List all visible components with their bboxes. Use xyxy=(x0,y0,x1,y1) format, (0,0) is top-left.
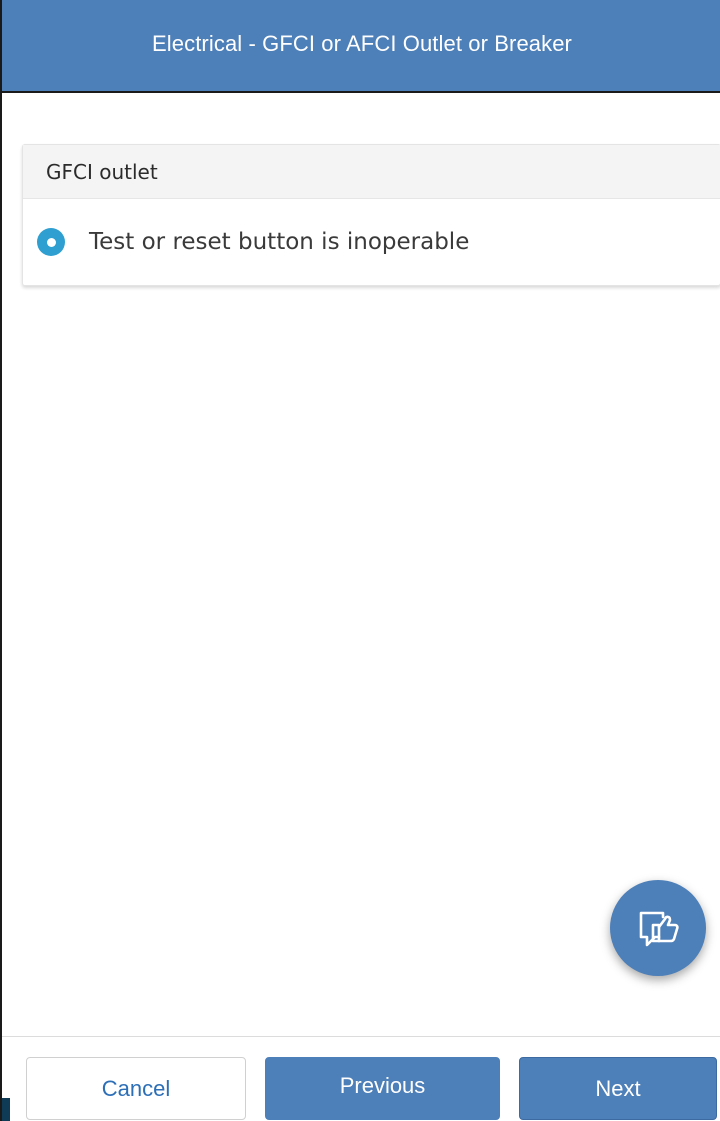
footer-bar: Cancel Previous Next xyxy=(2,1036,720,1121)
option-label: Test or reset button is inoperable xyxy=(89,229,470,255)
radio-dot xyxy=(46,237,56,247)
section-title: GFCI outlet xyxy=(46,159,158,184)
app-frame: Electrical - GFCI or AFCI Outlet or Brea… xyxy=(0,0,720,1121)
corner-decoration xyxy=(2,1098,10,1121)
cancel-button[interactable]: Cancel xyxy=(26,1057,246,1120)
thumbs-up-feedback-icon xyxy=(639,911,679,947)
feedback-button[interactable] xyxy=(610,880,706,976)
section-header: GFCI outlet xyxy=(23,145,720,199)
page-header: Electrical - GFCI or AFCI Outlet or Brea… xyxy=(2,0,720,93)
radio-selected-icon[interactable] xyxy=(37,228,65,256)
next-button[interactable]: Next xyxy=(519,1057,717,1120)
question-section-card: GFCI outlet Test or reset button is inop… xyxy=(22,144,720,286)
previous-button[interactable]: Previous xyxy=(265,1057,500,1120)
option-row-test-reset[interactable]: Test or reset button is inoperable xyxy=(23,199,720,285)
page-title: Electrical - GFCI or AFCI Outlet or Brea… xyxy=(152,30,572,56)
